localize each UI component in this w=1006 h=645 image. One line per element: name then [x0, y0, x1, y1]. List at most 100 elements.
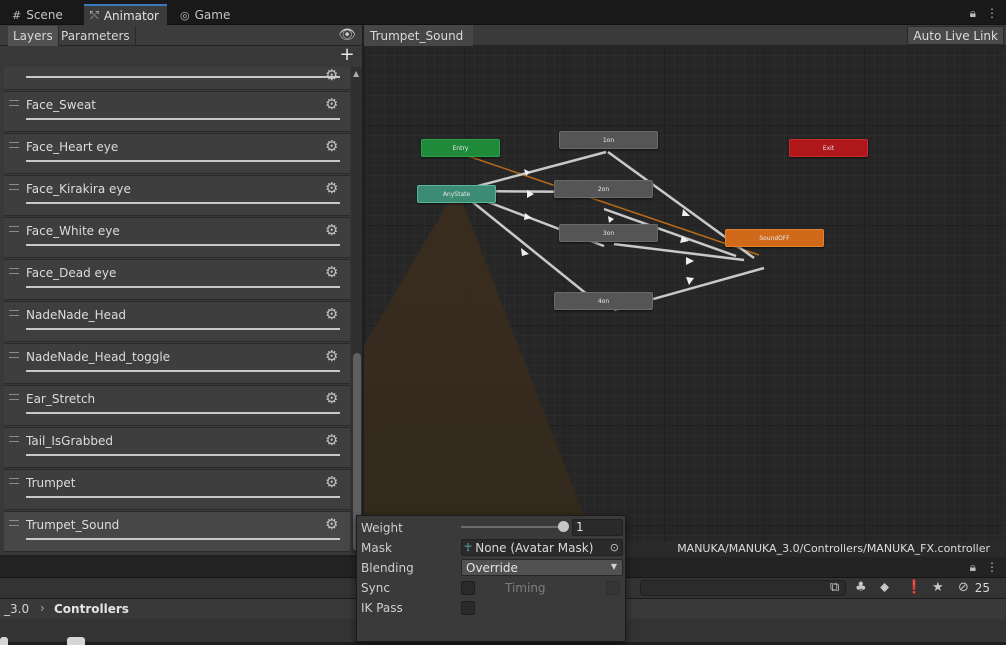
- label-tag-icon[interactable]: ⬥: [880, 580, 889, 595]
- state-node[interactable]: 3on: [559, 224, 658, 242]
- layer-row-partial[interactable]: ⚙: [4, 67, 350, 90]
- weight-input[interactable]: 1: [572, 519, 623, 536]
- layer-weight-bar: [26, 370, 340, 372]
- gear-icon[interactable]: ⚙: [325, 179, 338, 197]
- gear-icon[interactable]: ⚙: [325, 95, 338, 113]
- tab-scene[interactable]: # Scene: [6, 5, 71, 25]
- gear-icon[interactable]: ⚙: [325, 137, 338, 155]
- gear-icon[interactable]: ⚙: [325, 305, 338, 323]
- eye-icon[interactable]: 👁︎: [338, 27, 356, 43]
- favorite-star-icon[interactable]: ★: [932, 580, 944, 595]
- animator-graph[interactable]: Trumpet_Sound Auto Live Link Entry Exit …: [364, 25, 1006, 557]
- drag-handle-icon[interactable]: [9, 520, 19, 526]
- gear-icon[interactable]: ⚙: [325, 389, 338, 407]
- exit-node-label: Exit: [822, 144, 835, 152]
- weight-label: Weight: [361, 521, 403, 535]
- transition-layer: [364, 150, 765, 541]
- state-node[interactable]: 4on: [554, 292, 653, 310]
- weight-slider[interactable]: [461, 526, 565, 528]
- layer-name: Face_Dead eye: [26, 266, 117, 280]
- drag-handle-icon[interactable]: [9, 310, 19, 316]
- graph-breadcrumb[interactable]: Trumpet_Sound: [364, 25, 474, 46]
- timing-checkbox[interactable]: [606, 581, 620, 595]
- hidden-eye-icon[interactable]: ⊘: [958, 580, 969, 595]
- gear-icon[interactable]: ⚙: [325, 431, 338, 449]
- drag-handle-icon[interactable]: [9, 352, 19, 358]
- drag-handle-icon[interactable]: [9, 394, 19, 400]
- tab-label: Game: [194, 8, 231, 22]
- layer-row[interactable]: Face_Kirakira eye ⚙: [4, 175, 350, 216]
- auto-live-link-button[interactable]: Auto Live Link: [907, 26, 1004, 45]
- mask-object-field[interactable]: ☥ None (Avatar Mask) ⊙: [461, 539, 623, 556]
- layer-row[interactable]: Face_Heart eye ⚙: [4, 133, 350, 174]
- tab-layers[interactable]: Layers: [8, 26, 59, 46]
- hidden-count: 25: [974, 581, 990, 595]
- drag-handle-icon[interactable]: [9, 184, 19, 190]
- scroll-up-arrow-icon[interactable]: ▲: [353, 69, 359, 78]
- gear-icon[interactable]: ⚙: [325, 221, 338, 239]
- search-by-type-icon[interactable]: ⧉: [830, 580, 839, 595]
- breadcrumb-separator-icon: ›: [40, 601, 45, 615]
- gear-icon[interactable]: ⚙: [325, 473, 338, 491]
- more-menu-icon[interactable]: ⋮: [986, 560, 998, 575]
- layer-name: NadeNade_Head: [26, 308, 127, 322]
- add-layer-button[interactable]: +: [338, 46, 356, 65]
- drag-handle-icon[interactable]: [9, 478, 19, 484]
- layer-weight-bar: [26, 76, 340, 78]
- blending-dropdown[interactable]: Override ▼: [461, 559, 623, 576]
- layer-row[interactable]: Tail_IsGrabbed ⚙: [4, 427, 350, 468]
- graph-toolbar: Trumpet_Sound Auto Live Link: [364, 25, 1006, 46]
- lock-icon[interactable]: 🔒︎: [970, 560, 976, 575]
- entry-node[interactable]: Entry: [421, 139, 500, 157]
- drag-handle-icon[interactable]: [9, 142, 19, 148]
- layer-list: ⚙ Face_Sweat ⚙ Face_Heart eye ⚙ Face_Kir…: [4, 67, 350, 553]
- breadcrumb-parent[interactable]: _3.0: [4, 602, 29, 616]
- tab-layers-label: Layers: [13, 29, 53, 43]
- timing-label: Timing: [505, 581, 546, 595]
- layers-toolbar: Layers Parameters 👁︎: [0, 25, 362, 46]
- state-node[interactable]: 1on: [559, 131, 658, 149]
- project-search-input[interactable]: [640, 580, 846, 596]
- layer-row[interactable]: NadeNade_Head_toggle ⚙: [4, 343, 350, 384]
- layer-row[interactable]: Face_White eye ⚙: [4, 217, 350, 258]
- sync-checkbox[interactable]: [461, 581, 475, 595]
- gear-icon[interactable]: ⚙: [325, 263, 338, 281]
- drag-handle-icon[interactable]: [9, 100, 19, 106]
- layer-name: NadeNade_Head_toggle: [26, 350, 171, 364]
- folder-icon[interactable]: [67, 637, 85, 645]
- lock-icon[interactable]: 🔒︎: [970, 6, 976, 21]
- layer-name: Face_Sweat: [26, 98, 97, 112]
- default-state-node[interactable]: SoundOFF: [725, 229, 824, 247]
- layer-name: Ear_Stretch: [26, 392, 96, 406]
- more-menu-icon[interactable]: ⋮: [986, 6, 998, 21]
- exit-node[interactable]: Exit: [789, 139, 868, 157]
- filter-by-type-icon[interactable]: ♣: [855, 580, 867, 595]
- folder-icon[interactable]: [0, 637, 8, 645]
- drag-handle-icon[interactable]: [9, 436, 19, 442]
- entry-node-label: Entry: [452, 144, 469, 152]
- tab-game[interactable]: ◎ Game: [174, 5, 238, 25]
- tab-parameters[interactable]: Parameters: [56, 26, 136, 46]
- state-node[interactable]: 2on: [554, 180, 653, 198]
- gear-icon[interactable]: ⚙: [325, 347, 338, 365]
- any-state-node[interactable]: AnyState: [417, 185, 496, 203]
- warning-icon[interactable]: ❗: [906, 580, 922, 595]
- weight-slider-thumb[interactable]: [558, 521, 569, 532]
- tab-animator[interactable]: ⤲ Animator: [84, 4, 167, 25]
- tab-parameters-label: Parameters: [61, 29, 130, 43]
- layer-row[interactable]: Face_Dead eye ⚙: [4, 259, 350, 300]
- breadcrumb-current[interactable]: Controllers: [54, 602, 129, 616]
- ik-pass-checkbox[interactable]: [461, 601, 475, 615]
- drag-handle-icon[interactable]: [9, 226, 19, 232]
- layer-row[interactable]: Ear_Stretch ⚙: [4, 385, 350, 426]
- drag-handle-icon[interactable]: [9, 268, 19, 274]
- layer-row[interactable]: NadeNade_Head ⚙: [4, 301, 350, 342]
- gear-icon[interactable]: ⚙: [325, 515, 338, 533]
- layer-weight-bar: [26, 496, 340, 498]
- animator-icon: ⤲: [90, 8, 99, 22]
- object-picker-icon[interactable]: ⊙: [610, 541, 619, 554]
- editor-tab-bar: # Scene ⤲ Animator ◎ Game 🔒︎ ⋮: [0, 0, 1006, 25]
- layer-row-selected[interactable]: Trumpet_Sound ⚙: [4, 511, 350, 552]
- layer-row[interactable]: Face_Sweat ⚙: [4, 91, 350, 132]
- layer-row[interactable]: Trumpet ⚙: [4, 469, 350, 510]
